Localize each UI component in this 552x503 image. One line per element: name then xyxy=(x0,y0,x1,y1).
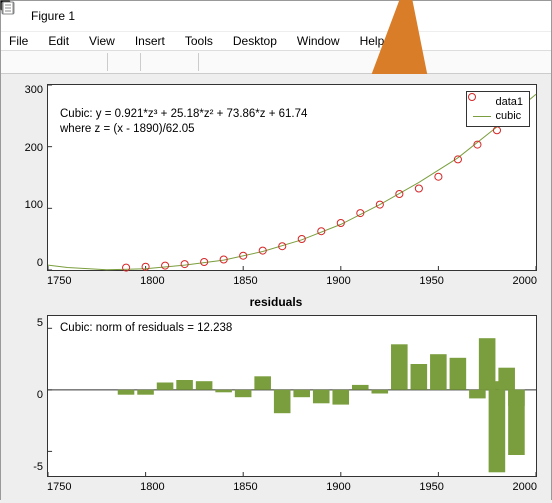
ytick: 0 xyxy=(37,257,43,269)
xtick: 1750 xyxy=(47,481,71,493)
axes-fit[interactable]: Cubic: y = 0.921*z³ + 25.18*z² + 73.86*z… xyxy=(47,84,537,271)
xtick: 1850 xyxy=(233,481,257,493)
legend[interactable]: data1 cubic xyxy=(466,91,530,127)
fit-equation-line1: Cubic: y = 0.921*z³ + 25.18*z² + 73.86*z… xyxy=(60,107,307,122)
residuals-plot-svg xyxy=(48,316,536,476)
property-inspector-button[interactable] xyxy=(229,51,251,73)
axes-fit-yticks: 300 200 100 0 xyxy=(17,84,43,269)
figure-area: 300 200 100 0 Cubic: y = 0.921*z³ + 25.1… xyxy=(1,74,551,503)
ytick: 100 xyxy=(25,199,43,211)
xtick: 1800 xyxy=(140,481,164,493)
xtick: 1950 xyxy=(419,275,443,287)
axes-residuals-xticks: 1750 1800 1850 1900 1950 2000 xyxy=(47,479,537,495)
xtick: 1950 xyxy=(419,481,443,493)
xtick: 2000 xyxy=(512,481,536,493)
xtick: 2000 xyxy=(512,275,536,287)
ytick: 0 xyxy=(37,389,43,401)
axes-residuals-wrap: 5 0 -5 Cubic: norm of residuals = 12.238 xyxy=(47,315,537,475)
xtick: 1850 xyxy=(233,275,257,287)
xtick: 1800 xyxy=(140,275,164,287)
ytick: 300 xyxy=(25,84,43,96)
axes-fit-wrap: 300 200 100 0 Cubic: y = 0.921*z³ + 25.1… xyxy=(47,84,537,269)
residuals-annotation: Cubic: norm of residuals = 12.238 xyxy=(60,322,232,334)
xtick: 1900 xyxy=(326,481,350,493)
ytick: 200 xyxy=(25,142,43,154)
axes-residuals-yticks: 5 0 -5 xyxy=(23,315,43,475)
ytick: 5 xyxy=(37,317,43,329)
fit-equation-line2: where z = (x - 1890)/62.05 xyxy=(60,122,307,137)
legend-entry-data1: data1 xyxy=(473,95,523,109)
axes-fit-xticks: 1750 1800 1850 1900 1950 2000 xyxy=(47,273,537,289)
fit-equation-annotation: Cubic: y = 0.921*z³ + 25.18*z² + 73.86*z… xyxy=(60,107,307,137)
figure-window: Figure 1 File Edit View Insert Tools Des… xyxy=(0,0,552,500)
xtick: 1900 xyxy=(326,275,350,287)
ytick: -5 xyxy=(33,461,43,473)
axes-residuals[interactable]: Cubic: norm of residuals = 12.238 xyxy=(47,315,537,477)
residuals-title: residuals xyxy=(15,295,537,309)
toolbar xyxy=(1,50,551,74)
xtick: 1750 xyxy=(47,275,71,287)
